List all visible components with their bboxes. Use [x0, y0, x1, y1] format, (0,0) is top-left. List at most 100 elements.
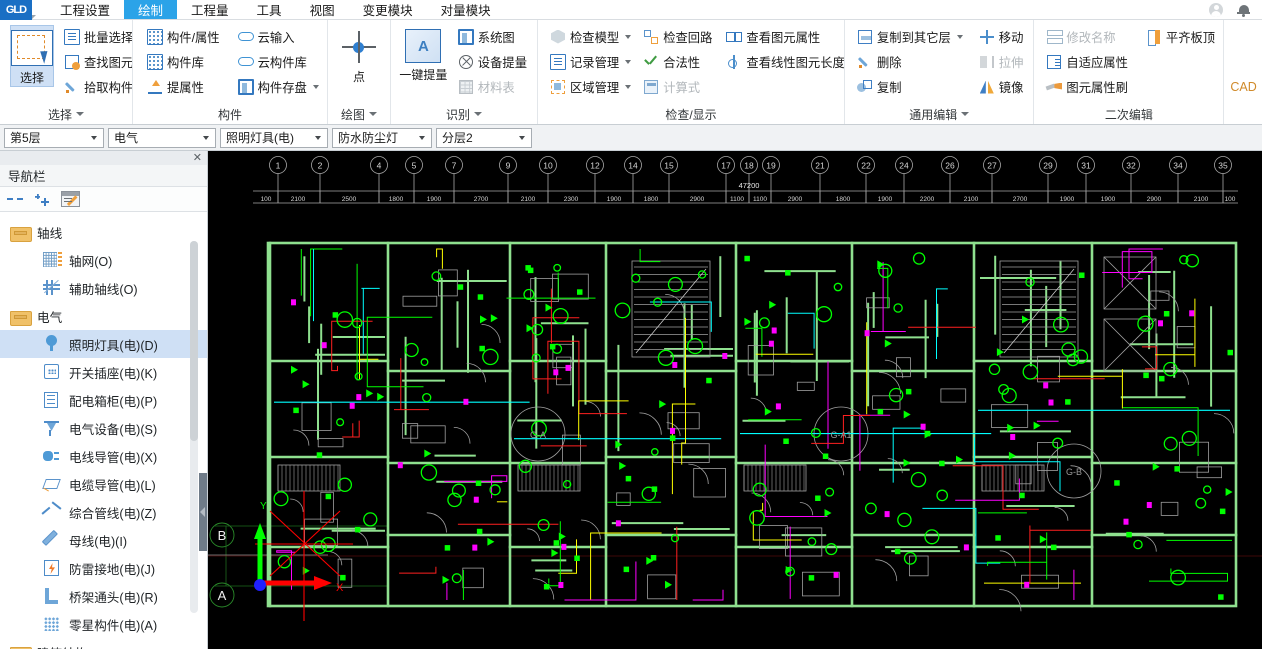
- ribbon-group-general-edit-title[interactable]: 通用编辑: [851, 104, 1027, 124]
- menu-item-quantity[interactable]: 工程量: [177, 0, 243, 19]
- delete-button[interactable]: 删除: [855, 50, 967, 73]
- sidebar-collapse-icon[interactable]: [200, 503, 208, 521]
- cad-drawing[interactable]: 1 2 4 5 7 9 10 12 14 15 17 18 19 21 22 24 26 27 29 31 32 34 35…: [208, 151, 1262, 649]
- view-element-property-button[interactable]: 查看图元属性: [724, 25, 848, 48]
- cloud-input-button[interactable]: 云输入: [236, 25, 323, 48]
- menu-item-project-settings[interactable]: 工程设置: [46, 0, 124, 19]
- find-element-button[interactable]: 查找图元: [62, 50, 137, 73]
- expand-all-icon[interactable]: [34, 192, 50, 206]
- property-brush-button[interactable]: 图元属性刷: [1044, 75, 1132, 98]
- layer-select-value: 分层2: [442, 131, 473, 145]
- sidebar-scrollbar[interactable]: [190, 241, 198, 613]
- tree-item-multi-pipeline[interactable]: 综合管线(电)(Z): [0, 498, 207, 526]
- tree-item-distribution-box[interactable]: 配电箱柜(电)(P): [0, 386, 207, 414]
- chevron-down-icon[interactable]: [87, 135, 101, 140]
- tree-item-lightning-ground[interactable]: 防雷接地(电)(J): [0, 554, 207, 582]
- logo-caret-icon[interactable]: [32, 15, 40, 19]
- ribbon-group-draw-title[interactable]: 绘图: [334, 104, 384, 124]
- one-click-quantity-button[interactable]: A 一键提量: [397, 25, 450, 83]
- chevron-down-icon[interactable]: [625, 84, 632, 89]
- adaptive-property-button[interactable]: 自适应属性: [1044, 50, 1132, 73]
- chevron-down-icon[interactable]: [625, 59, 632, 64]
- formula-button[interactable]: 计算式: [641, 75, 716, 98]
- floor-select[interactable]: 第5层: [4, 127, 104, 148]
- tree-item-wire-conduit[interactable]: 电线导管(电)(X): [0, 442, 207, 470]
- material-table-button[interactable]: 材料表: [456, 75, 531, 98]
- layer-select[interactable]: 分层2: [436, 127, 532, 148]
- chevron-down-icon[interactable]: [515, 135, 529, 140]
- chevron-down-icon[interactable]: [956, 34, 963, 39]
- sidebar-scrollbar-thumb[interactable]: [190, 241, 198, 441]
- copy-button[interactable]: 复制: [855, 75, 967, 98]
- view-linear-length-button[interactable]: 查看线性图元长度: [724, 50, 848, 73]
- chevron-down-icon[interactable]: [474, 112, 482, 116]
- tree-folder-axis[interactable]: 轴线: [0, 218, 207, 246]
- area-manage-button[interactable]: 区域管理: [548, 75, 635, 98]
- mirror-button[interactable]: 镜像: [977, 75, 1028, 98]
- chevron-down-icon[interactable]: [311, 135, 325, 140]
- move-button[interactable]: 移动: [977, 25, 1028, 48]
- menu-item-tools[interactable]: 工具: [243, 0, 296, 19]
- component-save-button[interactable]: 构件存盘: [236, 75, 323, 98]
- close-icon[interactable]: ✕: [193, 152, 202, 164]
- check-model-button[interactable]: 检查模型: [548, 25, 635, 48]
- rename-button[interactable]: 修改名称: [1044, 25, 1132, 48]
- chevron-down-icon[interactable]: [312, 84, 319, 89]
- tree-item-switch-socket[interactable]: 开关插座(电)(K): [0, 358, 207, 386]
- chevron-down-icon[interactable]: [369, 112, 377, 116]
- cad-panel-label[interactable]: CAD: [1230, 80, 1256, 94]
- tree-item-axis-net[interactable]: 轴网(O): [0, 246, 207, 274]
- point-button[interactable]: 点: [334, 25, 384, 85]
- cad-canvas[interactable]: 1 2 4 5 7 9 10 12 14 15 17 18 19 21 22 24 26 27 29 31 32 34 35…: [208, 151, 1262, 649]
- tree-item-aux-axis[interactable]: 辅助轴线(O): [0, 274, 207, 302]
- cloud-library-button[interactable]: 云构件库: [236, 50, 323, 73]
- select-button[interactable]: 选择: [10, 25, 54, 87]
- menu-item-compare-module[interactable]: 对量模块: [427, 0, 505, 19]
- validity-check-label: 合法性: [663, 55, 701, 70]
- bell-icon[interactable]: [1237, 3, 1250, 17]
- ribbon-group-recognize-title[interactable]: 识别: [397, 104, 531, 124]
- extract-property-button[interactable]: 提属性: [145, 75, 224, 98]
- area-manage-label: 区域管理: [570, 80, 620, 95]
- tree-folder-architecture[interactable]: 建筑结构: [0, 638, 207, 649]
- chevron-down-icon[interactable]: [961, 112, 970, 116]
- svg-text:2100: 2100: [291, 196, 306, 203]
- device-quantity-button[interactable]: 设备提量: [456, 50, 531, 73]
- validity-check-button[interactable]: 合法性: [641, 50, 716, 73]
- ribbon-group-select-title[interactable]: 选择: [6, 104, 126, 124]
- record-manage-button[interactable]: 记录管理: [548, 50, 635, 73]
- chevron-down-icon[interactable]: [199, 135, 213, 140]
- app-logo[interactable]: GLD: [0, 0, 40, 20]
- tree-item-misc-component[interactable]: 零星构件(电)(A): [0, 610, 207, 638]
- chevron-down-icon[interactable]: [76, 112, 84, 116]
- component-select[interactable]: 防水防尘灯: [332, 127, 432, 148]
- tree-item-electrical-equipment[interactable]: 电气设备(电)(S): [0, 414, 207, 442]
- tree-item-lighting-fixture[interactable]: 照明灯具(电)(D): [0, 330, 207, 358]
- tree-folder-electrical[interactable]: 电气: [0, 302, 207, 330]
- tree-item-cable-conduit[interactable]: 电缆导管(电)(L): [0, 470, 207, 498]
- component-library-button[interactable]: 构件库: [145, 50, 224, 73]
- main-area: ✕ 导航栏 轴线 轴网(O) 辅助轴线(O) 电气 照明灯具(电)(D) 开关插…: [0, 151, 1262, 649]
- menu-item-change-module[interactable]: 变更模块: [349, 0, 427, 19]
- menu-item-view[interactable]: 视图: [296, 0, 349, 19]
- align-slab-top-button[interactable]: 平齐板顶: [1144, 25, 1219, 48]
- stretch-button[interactable]: 拉伸: [977, 50, 1028, 73]
- tree-item-busbar[interactable]: 母线(电)(I): [0, 526, 207, 554]
- ribbon: 选择 批量选择 查找图元 拾取构件 选择 构件/属性 构件库 提属性 云输入 云…: [0, 20, 1262, 125]
- pick-component-button[interactable]: 拾取构件: [62, 75, 137, 98]
- edit-list-icon[interactable]: [61, 191, 80, 207]
- chevron-down-icon[interactable]: [625, 34, 632, 39]
- collapse-all-icon[interactable]: [7, 192, 23, 206]
- copy-to-layer-button[interactable]: 复制到其它层: [855, 25, 967, 48]
- discipline-select[interactable]: 电气: [108, 127, 216, 148]
- point-button-label: 点: [352, 70, 365, 84]
- check-circuit-button[interactable]: 检查回路: [641, 25, 716, 48]
- component-property-button[interactable]: 构件/属性: [145, 25, 224, 48]
- chevron-down-icon[interactable]: [415, 135, 429, 140]
- component-type-select[interactable]: 照明灯具(电): [220, 127, 328, 148]
- tree-item-tray-fitting[interactable]: 桥架通头(电)(R): [0, 582, 207, 610]
- avatar-icon[interactable]: [1209, 2, 1223, 17]
- menu-item-draw[interactable]: 绘制: [124, 0, 178, 19]
- batch-select-button[interactable]: 批量选择: [62, 25, 137, 48]
- system-diagram-button[interactable]: 系统图: [456, 25, 531, 48]
